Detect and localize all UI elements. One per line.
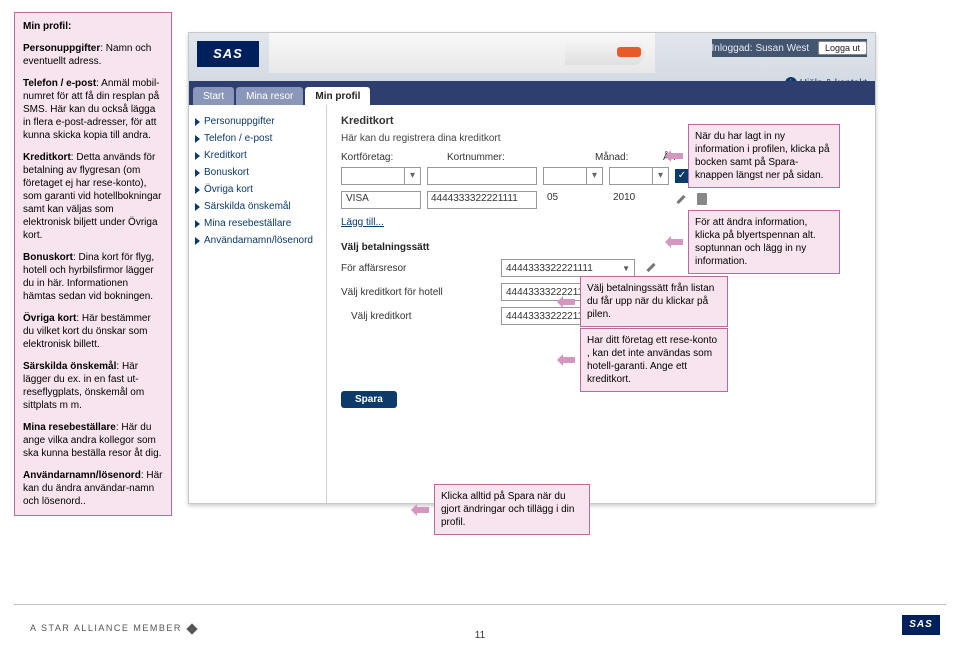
callout-edit-info: För att ändra information, klicka på bly… — [688, 210, 840, 274]
card-month-select[interactable]: ▾ — [543, 167, 603, 185]
card-month-value: 05 — [543, 191, 603, 209]
arrow-left-icon — [669, 236, 687, 248]
payment-hotel-sublabel: Välj kreditkort — [341, 311, 491, 322]
nav-bonuskort[interactable]: Bonuskort — [193, 164, 322, 181]
tab-start[interactable]: Start — [193, 87, 234, 105]
payment-hotel-label: Välj kreditkort för hotell — [341, 287, 491, 298]
label-company: Kortföretag: — [341, 152, 419, 163]
label-number: Kortnummer: — [447, 152, 567, 163]
chevron-down-icon: ▼ — [622, 264, 630, 273]
arrow-icon — [195, 118, 200, 126]
edit-pencil-icon[interactable] — [645, 261, 659, 275]
arrow-icon — [195, 135, 200, 143]
chevron-down-icon: ▾ — [404, 168, 420, 184]
edit-pencil-icon[interactable] — [675, 193, 689, 207]
payment-business-select[interactable]: 4444333322221111▼ — [501, 259, 635, 277]
left-p2: Telefon / e-post: Anmäl mobil-numret för… — [23, 77, 163, 142]
left-p4: Bonuskort: Dina kort för flyg, hotell oc… — [23, 251, 163, 303]
chevron-down-icon: ▾ — [586, 168, 602, 184]
tab-min-profil[interactable]: Min profil — [305, 87, 370, 105]
left-annotation-panel: Min profil: Personuppgifter: Namn och ev… — [14, 12, 172, 516]
left-title: Min profil: — [23, 20, 163, 33]
callout-always-save: Klicka alltid på Spara när du gjort ändr… — [434, 484, 590, 535]
card-number-input[interactable] — [427, 167, 537, 185]
nav-personuppgifter[interactable]: Personuppgifter — [193, 113, 322, 130]
nav-resebestallare[interactable]: Mina resebeställare — [193, 215, 322, 232]
nav-anvandarnamn[interactable]: Användarnamn/lösenord — [193, 232, 322, 249]
card-number-value: 4444333322221111 — [427, 191, 537, 209]
arrow-icon — [195, 237, 200, 245]
left-p6: Särskilda önskemål: Här lägger du ex. in… — [23, 360, 163, 412]
card-year-value: 2010 — [609, 191, 669, 209]
card-company-select[interactable]: ▾ — [341, 167, 421, 185]
login-info: Inloggad: Susan West Logga ut — [712, 39, 868, 57]
card-company-value: VISA — [341, 191, 421, 209]
arrow-icon — [195, 203, 200, 211]
nav-telefon-epost[interactable]: Telefon / e-post — [193, 130, 322, 147]
app-header: SAS Inloggad: Susan West Logga ut iHjälp… — [189, 33, 875, 105]
left-p1: Personuppgifter: Namn och eventuellt adr… — [23, 42, 163, 68]
left-p5: Övriga kort: Här bestämmer du vilket kor… — [23, 312, 163, 351]
left-p3: Kreditkort: Detta används för betalning … — [23, 151, 163, 242]
delete-trash-icon[interactable] — [695, 193, 709, 207]
arrow-left-icon — [669, 150, 687, 162]
logout-button[interactable]: Logga ut — [818, 41, 867, 55]
nav-sarskilda-onskemal[interactable]: Särskilda önskemål — [193, 198, 322, 215]
sas-logo: SAS — [197, 41, 259, 67]
callout-payment-list: Välj betalningssätt från listan du får u… — [580, 276, 728, 327]
footer-alliance: A STAR ALLIANCE MEMBER — [30, 623, 196, 633]
add-card-link[interactable]: Lägg till... — [341, 217, 384, 228]
arrow-icon — [195, 152, 200, 160]
arrow-left-icon — [561, 354, 579, 366]
nav-kreditkort[interactable]: Kreditkort — [193, 147, 322, 164]
card-row-existing: VISA 4444333322221111 05 2010 — [341, 191, 861, 209]
label-month: Månad: — [595, 152, 635, 163]
footer-sas-logo: SAS — [902, 615, 940, 635]
page-number: 11 — [475, 630, 485, 641]
card-year-select[interactable]: ▾ — [609, 167, 669, 185]
diamond-icon — [186, 623, 197, 634]
left-annotation-box: Min profil: Personuppgifter: Namn och ev… — [14, 12, 172, 516]
side-nav: Personuppgifter Telefon / e-post Kreditk… — [189, 105, 327, 503]
arrow-left-icon — [561, 296, 579, 308]
tab-row: Start Mina resor Min profil — [189, 81, 875, 105]
callout-save-info: När du har lagt in ny information i prof… — [688, 124, 840, 188]
nav-ovriga-kort[interactable]: Övriga kort — [193, 181, 322, 198]
arrow-icon — [195, 169, 200, 177]
payment-business-label: För affärsresor — [341, 263, 491, 274]
arrow-icon — [195, 220, 200, 228]
confirm-check-button[interactable]: ✓ — [675, 169, 689, 183]
left-p7: Mina resebeställare: Här du ange vilka a… — [23, 421, 163, 460]
header-banner-image — [269, 33, 655, 73]
logged-in-label: Inloggad: Susan West — [712, 43, 810, 54]
callout-company-account: Har ditt företag ett rese-konto , kan de… — [580, 328, 728, 392]
arrow-icon — [195, 186, 200, 194]
arrow-left-icon — [415, 504, 433, 516]
save-button[interactable]: Spara — [341, 391, 397, 408]
left-p8: Användarnamn/lösenord: Här kan du ändra … — [23, 469, 163, 508]
tab-mina-resor[interactable]: Mina resor — [236, 87, 303, 105]
footer-divider — [14, 604, 946, 605]
chevron-down-icon: ▾ — [652, 168, 668, 184]
